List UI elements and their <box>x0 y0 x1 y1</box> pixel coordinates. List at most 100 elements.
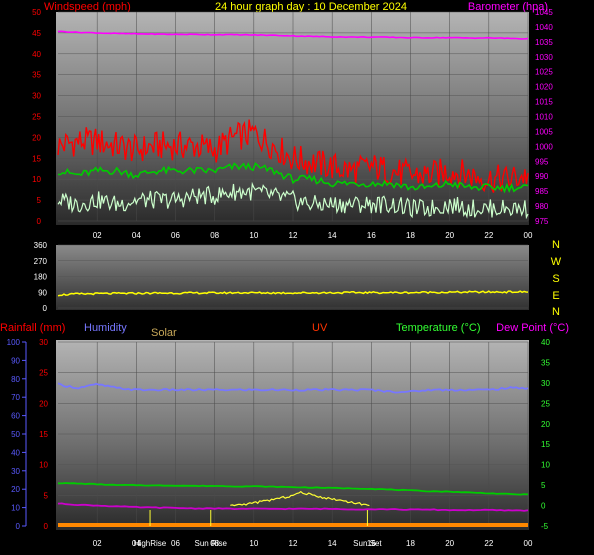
barometer-tick-label: 995 <box>535 157 549 166</box>
compass-letter-n-top: N <box>552 239 560 251</box>
windspeed-tick-label: 50 <box>32 8 41 17</box>
windspeed-tick-label: 25 <box>32 113 41 122</box>
direction-compass-letters: N W S E N <box>551 239 562 318</box>
barometer-tick-label: 1025 <box>535 68 553 77</box>
wind-x-tick-label: 10 <box>249 231 258 240</box>
rain-uv-base-band <box>58 523 528 527</box>
weather-panel-background <box>56 340 529 530</box>
lower-x-tick-label: 00 <box>524 539 533 548</box>
wind-x-tick-label: 00 <box>524 231 533 240</box>
temperature-tick-label: 35 <box>541 358 550 367</box>
temperature-tick-label: 0 <box>541 502 546 511</box>
windspeed-tick-label: 45 <box>32 29 41 38</box>
lower-x-tick-label: 20 <box>445 539 454 548</box>
direction-panel-background <box>56 245 529 310</box>
direction-tick-labels: 0 90 180 270 360 <box>34 241 48 313</box>
barometer-tick-label: 1005 <box>535 127 553 136</box>
barometer-tick-label: 1030 <box>535 53 553 62</box>
humidity-tick-label: 0 <box>16 522 21 531</box>
barometer-tick-label: 1000 <box>535 142 553 151</box>
humidity-tick-labels: 0 10 20 30 40 50 60 70 80 90 100 <box>7 338 27 531</box>
rainfall-tick-labels: 0 5 10 15 20 25 30 <box>39 338 48 531</box>
humidity-tick-label: 90 <box>11 356 20 365</box>
humidity-tick-label: 80 <box>11 375 20 384</box>
temperature-tick-label: 5 <box>541 481 546 490</box>
windspeed-axis-label: Windspeed (mph) <box>44 1 131 13</box>
lower-x-tick-label: 02 <box>93 539 102 548</box>
rainfall-tick-label: 15 <box>39 430 48 439</box>
barometer-tick-label: 975 <box>535 217 549 226</box>
temperature-tick-label: -5 <box>541 522 549 531</box>
solar-label: Solar <box>151 327 177 339</box>
windspeed-tick-label: 30 <box>32 92 41 101</box>
rainfall-tick-label: 30 <box>39 338 48 347</box>
windspeed-tick-label: 35 <box>32 71 41 80</box>
temperature-tick-label: 25 <box>541 399 550 408</box>
temperature-tick-label: 15 <box>541 440 550 449</box>
temperature-tick-labels: -5 0 5 10 15 20 25 30 35 40 <box>541 338 550 531</box>
humidity-tick-label: 20 <box>11 485 20 494</box>
direction-tick-label: 0 <box>43 304 48 313</box>
wind-x-tick-label: 14 <box>328 231 337 240</box>
barometer-tick-label: 1040 <box>535 23 553 32</box>
sun-event-label: Sun Set <box>353 539 382 548</box>
rainfall-tick-label: 20 <box>39 399 48 408</box>
barometer-tick-label: 1020 <box>535 83 553 92</box>
rainfall-tick-label: 10 <box>39 461 48 470</box>
barometer-tick-label: 1015 <box>535 98 553 107</box>
temperature-tick-label: 20 <box>541 420 550 429</box>
weather-graph-stage: Windspeed (mph) 24 hour graph day : 10 D… <box>0 1 569 548</box>
humidity-tick-label: 30 <box>11 467 20 476</box>
compass-letter-n-bottom: N <box>552 306 560 318</box>
lower-x-tick-label: 14 <box>328 539 337 548</box>
humidity-tick-label: 50 <box>11 430 20 439</box>
direction-tick-label: 90 <box>38 288 47 297</box>
wind-x-tick-labels: 02 04 06 08 10 12 14 16 18 20 22 00 <box>93 231 533 240</box>
wind-x-tick-label: 12 <box>289 231 298 240</box>
lower-x-tick-label: 22 <box>484 539 493 548</box>
compass-letter-e: E <box>552 290 559 302</box>
temperature-tick-label: 30 <box>541 379 550 388</box>
sun-event-label: Sun Rise <box>195 539 228 548</box>
dewpoint-axis-label: Dew Point (°C) <box>496 322 569 334</box>
lower-x-tick-label: 12 <box>289 539 298 548</box>
wind-x-tick-label: 22 <box>484 231 493 240</box>
page-title: 24 hour graph day : 10 December 2024 <box>215 1 407 13</box>
barometer-tick-label: 1010 <box>535 113 553 122</box>
humidity-tick-label: 60 <box>11 412 20 421</box>
wind-x-tick-label: 04 <box>132 231 141 240</box>
temperature-axis-label: Temperature (°C) <box>396 322 480 334</box>
temperature-tick-label: 40 <box>541 338 550 347</box>
wind-x-tick-label: 06 <box>171 231 180 240</box>
temperature-tick-label: 10 <box>541 461 550 470</box>
barometer-tick-label: 990 <box>535 172 549 181</box>
rainfall-tick-label: 25 <box>39 369 48 378</box>
wind-x-tick-label: 16 <box>367 231 376 240</box>
barometer-tick-labels: 975 980 985 990 995 1000 1005 1010 1015 1020 1025 1… <box>535 8 553 226</box>
wind-x-tick-label: 08 <box>210 231 219 240</box>
direction-tick-label: 270 <box>34 257 48 266</box>
windspeed-tick-labels: 0 5 10 15 20 25 30 35 40 45 50 <box>32 8 41 226</box>
wind-x-tick-label: 18 <box>406 231 415 240</box>
barometer-tick-label: 980 <box>535 202 549 211</box>
barometer-tick-label: 1035 <box>535 38 553 47</box>
sun-event-label: HighRise <box>134 539 167 548</box>
wind-x-tick-label: 02 <box>93 231 102 240</box>
windspeed-tick-label: 5 <box>37 196 42 205</box>
rainfall-axis-label: Rainfall (mm) <box>0 322 65 334</box>
windspeed-tick-label: 20 <box>32 133 41 142</box>
humidity-tick-label: 10 <box>11 504 20 513</box>
humidity-axis-label: Humidity <box>84 322 127 334</box>
compass-letter-s: S <box>552 273 559 285</box>
rainfall-tick-label: 0 <box>44 522 49 531</box>
direction-tick-label: 180 <box>34 273 48 282</box>
humidity-tick-label: 70 <box>11 393 20 402</box>
windspeed-tick-label: 15 <box>32 154 41 163</box>
wind-x-tick-label: 20 <box>445 231 454 240</box>
uv-label: UV <box>312 322 328 334</box>
direction-tick-label: 360 <box>34 241 48 250</box>
windspeed-tick-label: 40 <box>32 50 41 59</box>
lower-x-tick-label: 10 <box>249 539 258 548</box>
rainfall-tick-label: 5 <box>44 491 49 500</box>
wind-panel-background <box>56 12 529 225</box>
